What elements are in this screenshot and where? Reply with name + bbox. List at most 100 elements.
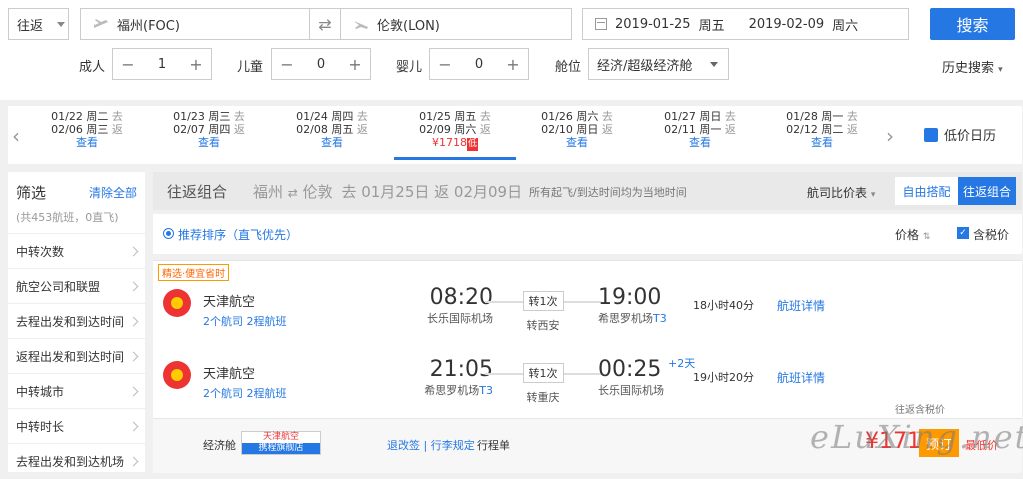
low-price-calendar-label: 低价日历 — [944, 129, 997, 144]
chevron-down-icon — [57, 21, 66, 27]
minus-icon[interactable]: − — [430, 55, 460, 74]
airline-compare-dropdown[interactable]: 航司比价表 ▾ — [807, 184, 875, 201]
sort-recommended[interactable]: 推荐排序（直飞优先） — [178, 226, 298, 243]
tab-roundtrip-combo[interactable]: 往返组合 — [153, 172, 241, 210]
arrival-time: 19:00 — [598, 285, 662, 310]
date-cell-selected[interactable]: 01/25 周五 去 02/09 周六 返 ¥1718低 — [394, 106, 516, 160]
date-cell[interactable]: 01/24 周四 去 02/08 周五 返 查看 — [271, 110, 393, 149]
flight-detail-link[interactable]: 航班详情 — [777, 297, 825, 314]
filter-label: 去程出发和到达机场 — [16, 454, 125, 469]
filter-item[interactable]: 去程出发和到达机场 — [8, 444, 145, 479]
plus-icon[interactable]: + — [181, 55, 211, 74]
chevron-right-icon — [128, 351, 139, 361]
prev-arrow-icon[interactable]: ‹ — [12, 124, 20, 148]
free-combo-toggle[interactable]: 自由搭配 — [895, 177, 958, 205]
chevron-right-icon — [128, 316, 139, 326]
view-link[interactable]: 查看 — [271, 136, 393, 149]
flight-detail-link[interactable]: 航班详情 — [777, 369, 825, 386]
return-date: 2019-02-09 — [748, 16, 825, 32]
search-button[interactable]: 搜索 — [930, 8, 1015, 40]
filter-item[interactable]: 中转城市 — [8, 374, 145, 409]
minus-icon[interactable]: − — [272, 55, 302, 74]
roundtrip-arrow-icon: ⇄ — [287, 186, 298, 200]
date-price: ¥1718 — [431, 136, 467, 149]
filter-item[interactable]: 中转次数 — [8, 234, 145, 269]
filter-item[interactable]: 返程出发和到达时间 — [8, 339, 145, 374]
minus-icon[interactable]: − — [113, 55, 143, 74]
brand-name: 天津航空 — [262, 432, 299, 442]
trip-type-value: 往返 — [17, 18, 44, 34]
back-weekday: 周六 — [454, 123, 477, 136]
filter-label: 航空公司和联盟 — [16, 279, 101, 294]
view-link[interactable]: 查看 — [26, 136, 148, 149]
trip-type-select[interactable]: 往返 — [8, 8, 69, 40]
history-label: 历史搜索 — [942, 61, 995, 76]
date-cell[interactable]: 01/26 周六 去 02/10 周日 返 查看 — [516, 110, 638, 149]
plus-icon[interactable]: + — [340, 55, 370, 74]
back-date: 02/11 — [664, 123, 696, 136]
date-cell[interactable]: 01/28 周一 去 02/12 周二 返 查看 — [761, 110, 883, 149]
airline-share[interactable]: 2个航司 2程航班 — [203, 385, 287, 401]
price-sort[interactable]: 价格 ⇅ — [895, 226, 930, 243]
next-arrow-icon[interactable]: › — [886, 124, 894, 148]
out-weekday: 周三 — [208, 110, 231, 123]
airline-share[interactable]: 2个航司 2程航班 — [203, 313, 287, 329]
departure-airport: 长乐国际机场 — [427, 312, 493, 325]
filter-item[interactable]: 航空公司和联盟 — [8, 269, 145, 304]
out-date: 01/22 — [51, 110, 83, 123]
to-city-input[interactable]: 伦敦(LON) — [340, 8, 572, 40]
back-suffix: 返 — [724, 123, 736, 136]
chevron-right-icon — [128, 456, 139, 466]
filter-item[interactable]: 中转时长 — [8, 409, 145, 444]
filter-sidebar: 筛选 清除全部 (共453航班，0直飞) 中转次数 航空公司和联盟 去程出发和到… — [8, 172, 145, 479]
out-date: 01/28 — [786, 110, 818, 123]
out-date: 01/26 — [541, 110, 573, 123]
view-link[interactable]: 查看 — [639, 136, 761, 149]
stop-count[interactable]: 转1次 — [522, 363, 564, 383]
cabin-value: 经济/超级经济舱 — [597, 58, 693, 74]
chevron-down-icon — [710, 61, 718, 67]
cabin-class: 经济舱 — [203, 439, 236, 452]
radio-selected[interactable] — [163, 228, 174, 239]
date-cell[interactable]: 01/23 周三 去 02/07 周四 返 查看 — [148, 110, 270, 149]
calendar-icon — [924, 127, 938, 142]
date-range-input[interactable]: 2019-01-25 周五 2019-02-09 周六 — [582, 8, 909, 40]
history-search-button[interactable]: 历史搜索 ▾ — [942, 57, 1003, 76]
child-stepper[interactable]: − 0 + — [271, 48, 371, 80]
refund-baggage-rules-link[interactable]: 退改签 | 行李规定 — [387, 437, 475, 453]
plus-days: +2天 — [668, 357, 696, 370]
view-link[interactable]: 查看 — [516, 136, 638, 149]
adult-stepper[interactable]: − 1 + — [112, 48, 212, 80]
airline-name: 天津航空 — [203, 367, 256, 382]
date-cell[interactable]: 01/27 周日 去 02/11 周一 返 查看 — [639, 110, 761, 149]
cabin-select[interactable]: 经济/超级经济舱 — [588, 48, 729, 80]
stop-count[interactable]: 转1次 — [522, 291, 564, 311]
out-date: 01/27 — [664, 110, 696, 123]
tax-checkbox[interactable]: ✓ — [957, 227, 969, 239]
out-suffix: 去 — [846, 110, 858, 123]
date-cell[interactable]: 01/22 周二 去 02/06 周三 返 查看 — [26, 110, 148, 149]
arrival-time: 00:25 — [598, 357, 662, 382]
return-segment: 天津航空 2个航司 2程航班 21:05 希思罗机场T3 转1次 转重庆 00:… — [153, 353, 833, 423]
view-link[interactable]: 查看 — [148, 136, 270, 149]
chevron-down-icon: ▾ — [998, 65, 1003, 75]
filter-item[interactable]: 去程出发和到达时间 — [8, 304, 145, 339]
clear-all-link[interactable]: 清除全部 — [89, 184, 137, 201]
via-city: 转重庆 — [526, 391, 560, 404]
plus-icon[interactable]: + — [498, 55, 528, 74]
back-date: 02/06 — [51, 123, 83, 136]
infant-stepper[interactable]: − 0 + — [429, 48, 529, 80]
chevron-right-icon — [128, 246, 139, 256]
child-label: 儿童 — [237, 60, 264, 75]
roundtrip-combo-toggle[interactable]: 往返组合 — [958, 177, 1016, 205]
chevron-right-icon — [128, 281, 139, 291]
out-weekday: 周四 — [331, 110, 354, 123]
low-price-calendar-button[interactable]: 低价日历 — [924, 125, 996, 144]
from-city-input[interactable]: 福州(FOC) — [80, 8, 310, 40]
view-link[interactable]: 查看 — [761, 136, 883, 149]
airline-store-badge[interactable]: 天津航空 携程旗舰店 — [241, 431, 321, 455]
local-time-note: 所有起飞/到达时间均为当地时间 — [529, 186, 687, 199]
swap-button[interactable]: ⇄ — [310, 8, 340, 40]
back-weekday: 周二 — [821, 123, 844, 136]
out-weekday: 周二 — [86, 110, 109, 123]
